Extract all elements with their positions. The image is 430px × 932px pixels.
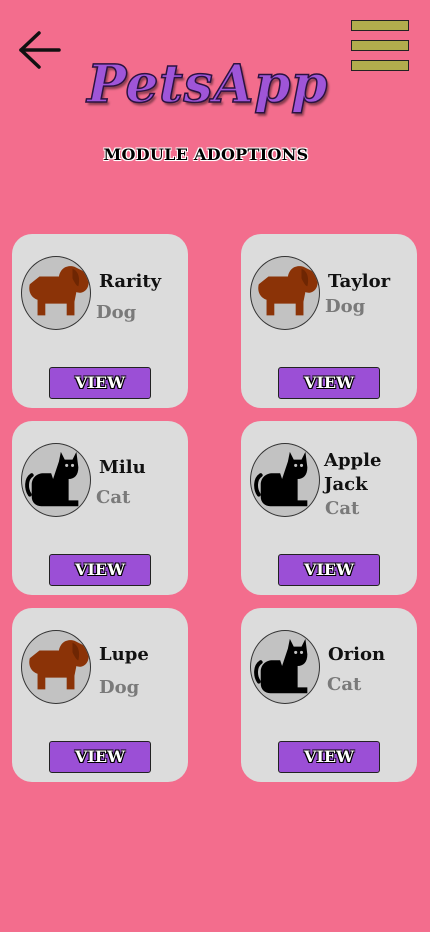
pet-card: Milu Cat VIEW	[12, 421, 188, 595]
pet-name: Orion	[328, 644, 386, 665]
pet-type: Cat	[327, 674, 362, 695]
pet-type: Dog	[96, 302, 137, 323]
pet-avatar	[250, 630, 320, 704]
dog-icon	[29, 266, 89, 316]
pet-card: Taylor Dog VIEW	[241, 234, 417, 408]
pet-type: Dog	[325, 296, 366, 317]
pet-card: Orion Cat VIEW	[241, 608, 417, 782]
pet-name: Milu	[99, 457, 146, 478]
pet-type: Dog	[99, 677, 140, 698]
view-button[interactable]: VIEW	[49, 741, 151, 773]
pet-name: Taylor	[328, 271, 391, 292]
pet-name: Apple Jack	[324, 450, 382, 495]
page-title: MODULE ADOPTIONS	[103, 145, 309, 164]
pet-avatar	[250, 256, 320, 330]
app-logo: PetsApp	[86, 53, 328, 116]
view-button[interactable]: VIEW	[278, 367, 380, 399]
pet-type: Cat	[96, 487, 131, 508]
pet-type: Cat	[325, 498, 360, 519]
pet-card: Rarity Dog VIEW	[12, 234, 188, 408]
cat-icon	[254, 451, 308, 507]
pet-name: Lupe	[99, 644, 149, 665]
cat-icon	[25, 451, 79, 507]
view-button[interactable]: VIEW	[278, 554, 380, 586]
pet-name: Rarity	[99, 271, 162, 292]
dog-icon	[29, 640, 89, 690]
menu-bar	[351, 40, 409, 51]
dog-icon	[258, 266, 318, 316]
pet-card: Lupe Dog VIEW	[12, 608, 188, 782]
pet-avatar	[21, 630, 91, 704]
view-button[interactable]: VIEW	[49, 367, 151, 399]
pet-avatar	[21, 443, 91, 517]
pet-avatar	[250, 443, 320, 517]
cat-icon	[254, 638, 308, 694]
menu-bar	[351, 20, 409, 31]
pet-card: Apple Jack Cat VIEW	[241, 421, 417, 595]
view-button[interactable]: VIEW	[278, 741, 380, 773]
view-button[interactable]: VIEW	[49, 554, 151, 586]
pet-avatar	[21, 256, 91, 330]
